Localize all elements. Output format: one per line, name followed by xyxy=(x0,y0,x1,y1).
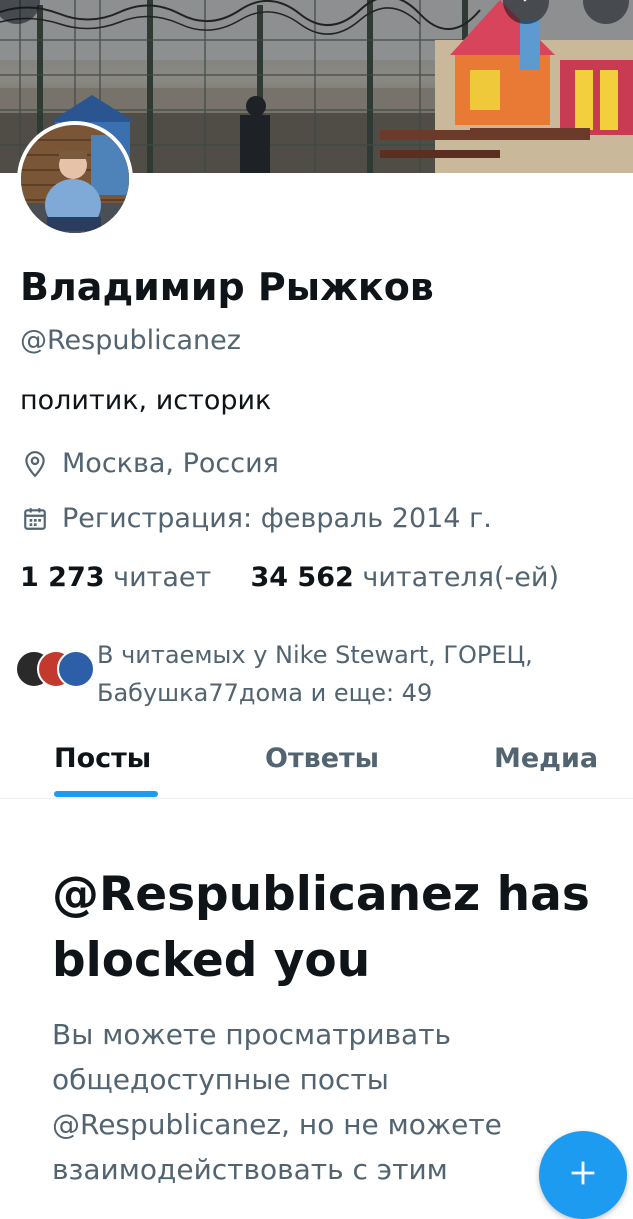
following-link[interactable]: 1 273 читает xyxy=(20,562,211,593)
follower-avatar-3 xyxy=(57,650,95,688)
profile-handle: @Respublicanez xyxy=(20,325,241,356)
location-text: Москва, Россия xyxy=(62,448,279,479)
tab-replies[interactable]: Ответы xyxy=(265,743,379,774)
plus-icon xyxy=(566,1156,600,1194)
location-pin-icon xyxy=(20,449,50,479)
profile-location: Москва, Россия xyxy=(20,446,279,482)
following-label: читает xyxy=(113,562,212,593)
followers-link[interactable]: 34 562 читателя(-ей) xyxy=(250,562,559,593)
blocked-title: @Respublicanez has blocked you xyxy=(52,867,590,988)
joined-text: Регистрация: февраль 2014 г. xyxy=(62,503,492,534)
blocked-description: Вы можете просматривать общедоступные по… xyxy=(52,1018,502,1186)
compose-post-button[interactable] xyxy=(539,1131,627,1219)
active-tab-indicator xyxy=(54,791,158,797)
tab-posts[interactable]: Посты xyxy=(54,743,151,774)
avatar-image xyxy=(21,125,129,233)
profile-name: Владимир Рыжков xyxy=(20,265,434,309)
calendar-icon xyxy=(20,504,50,534)
followers-count: 34 562 xyxy=(250,562,354,593)
follow-counts: 1 273 читает 34 562 читателя(-ей) xyxy=(20,559,559,597)
profile-tabs: Посты Ответы Медиа xyxy=(0,735,633,799)
tab-media[interactable]: Медиа xyxy=(494,743,598,774)
profile-bio: политик, историк xyxy=(20,385,272,416)
profile-avatar[interactable] xyxy=(17,121,133,237)
followers-label: читателя(-ей) xyxy=(362,562,559,593)
following-count: 1 273 xyxy=(20,562,105,593)
profile-joined: Регистрация: февраль 2014 г. xyxy=(20,501,492,537)
followed-by-text: В читаемых у Nike Stewart, ГОРЕЦ, Бабушк… xyxy=(97,641,533,707)
